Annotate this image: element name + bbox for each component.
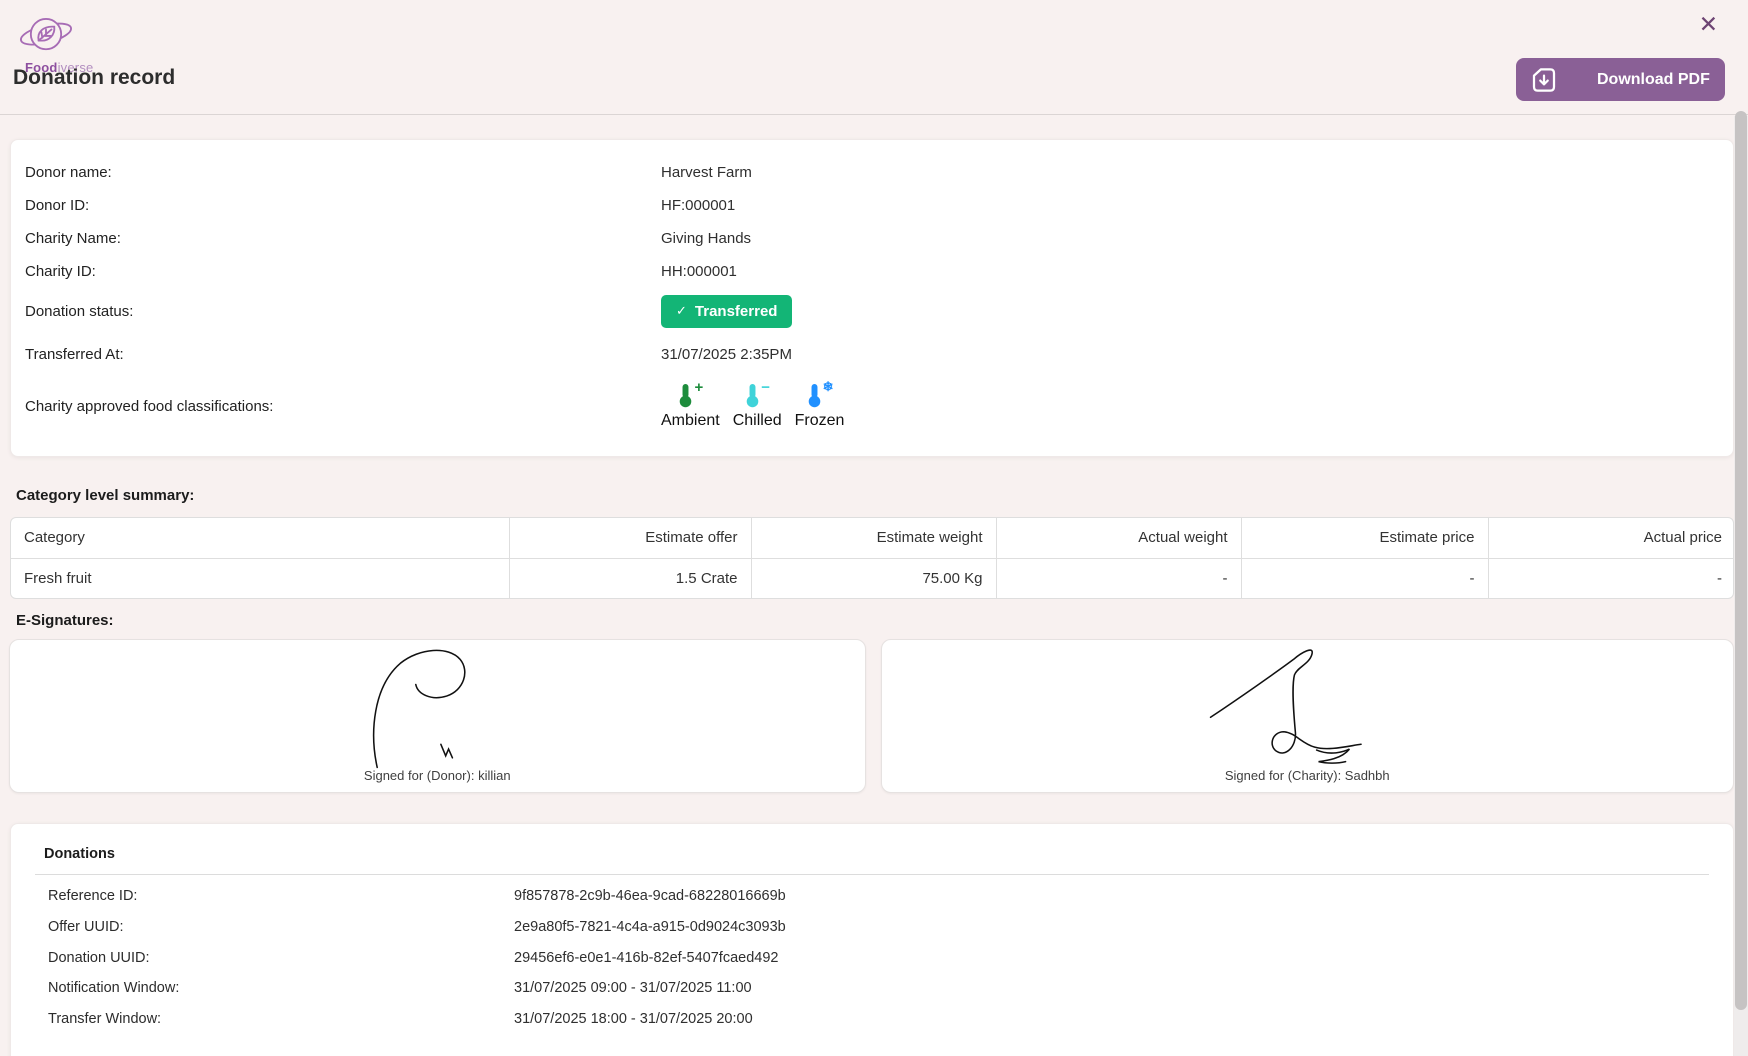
record-row-charity-name: Charity Name: Giving Hands (25, 222, 1719, 255)
minus-symbol: − (761, 380, 770, 395)
cell-actual-price: - (1488, 558, 1734, 598)
thermometer-minus-icon (744, 383, 761, 408)
classification-chilled: − Chilled (733, 383, 782, 430)
column-header-estimate-offer: Estimate offer (509, 518, 751, 558)
donation-row-donation-uuid: Donation UUID: 29456ef6-e0e1-416b-82ef-5… (35, 942, 1709, 973)
record-row-status: Donation status: ✓ Transferred (25, 288, 1719, 334)
signature-caption: Signed for (Donor): killian (10, 768, 865, 783)
classification-name: Frozen (795, 412, 845, 430)
field-value: 31/07/2025 2:35PM (661, 346, 1719, 363)
classification-list: + Ambient − Chilled (661, 383, 1719, 430)
field-label: Donor ID: (25, 197, 661, 214)
record-row-donor-id: Donor ID: HF:000001 (25, 189, 1719, 222)
field-label: Transferred At: (25, 346, 661, 363)
cell-estimate-offer: 1.5 Crate (509, 558, 751, 598)
column-header-estimate-price: Estimate price (1241, 518, 1488, 558)
column-header-category: Category (11, 518, 509, 558)
cell-category: Fresh fruit (11, 558, 509, 598)
download-pdf-label: Download PDF (1597, 71, 1710, 89)
field-value: 31/07/2025 09:00 - 31/07/2025 11:00 (514, 980, 1709, 996)
signatures-heading: E-Signatures: (16, 612, 1748, 629)
snowflake-symbol: ❄ (823, 380, 834, 393)
scrollbar-thumb[interactable] (1735, 111, 1747, 1010)
divider (35, 874, 1709, 875)
close-icon[interactable]: ✕ (1699, 13, 1718, 36)
field-label: Charity Name: (25, 230, 661, 247)
table-header-row: Category Estimate offer Estimate weight … (11, 518, 1734, 558)
field-value: 31/07/2025 18:00 - 31/07/2025 20:00 (514, 1011, 1709, 1027)
field-label: Donation status: (25, 303, 661, 320)
record-row-classifications: Charity approved food classifications: +… (25, 374, 1719, 438)
cell-estimate-weight: 75.00 Kg (751, 558, 996, 598)
field-value: Harvest Farm (661, 164, 1719, 181)
record-row-donor-name: Donor name: Harvest Farm (25, 156, 1719, 189)
classification-frozen: ❄ Frozen (795, 383, 845, 430)
page-title: Donation record (13, 66, 175, 90)
status-badge: ✓ Transferred (661, 295, 792, 328)
signature-caption: Signed for (Charity): Sadhbh (882, 768, 1734, 783)
plus-symbol: + (694, 380, 703, 395)
column-header-actual-price: Actual price (1488, 518, 1734, 558)
donor-signature-box: Signed for (Donor): killian (9, 639, 866, 793)
donations-card: Donations Reference ID: 9f857878-2c9b-46… (10, 823, 1734, 1056)
field-value: HF:000001 (661, 197, 1719, 214)
charity-signature-drawing (1197, 644, 1417, 779)
donor-signature-drawing (337, 644, 537, 779)
check-icon: ✓ (676, 303, 687, 319)
field-label: Offer UUID: (48, 919, 514, 935)
field-label: Donor name: (25, 164, 661, 181)
status-text: Transferred (695, 303, 778, 320)
column-header-actual-weight: Actual weight (996, 518, 1241, 558)
donation-row-offer-uuid: Offer UUID: 2e9a80f5-7821-4c4a-a915-0d90… (35, 912, 1709, 943)
classification-name: Ambient (661, 412, 720, 430)
field-value: HH:000001 (661, 263, 1719, 280)
record-row-transferred-at: Transferred At: 31/07/2025 2:35PM (25, 334, 1719, 374)
field-label: Notification Window: (48, 980, 514, 996)
field-label: Transfer Window: (48, 1011, 514, 1027)
classification-ambient: + Ambient (661, 383, 720, 430)
charity-signature-box: Signed for (Charity): Sadhbh (881, 639, 1735, 793)
field-value: 29456ef6-e0e1-416b-82ef-5407fcaed492 (514, 950, 1709, 966)
donation-row-transfer-window: Transfer Window: 31/07/2025 18:00 - 31/0… (35, 1004, 1709, 1035)
file-download-icon (1529, 65, 1559, 95)
cell-estimate-price: - (1241, 558, 1488, 598)
field-label: Reference ID: (48, 888, 514, 904)
donation-record-page: Foodiverse Donation record ✕ Download PD… (0, 0, 1748, 1056)
download-pdf-button[interactable]: Download PDF (1516, 58, 1725, 101)
thermometer-plus-icon (677, 383, 694, 408)
field-value: 2e9a80f5-7821-4c4a-a915-0d9024c3093b (514, 919, 1709, 935)
column-header-estimate-weight: Estimate weight (751, 518, 996, 558)
field-label: Charity approved food classifications: (25, 398, 661, 415)
planet-leaf-icon (18, 12, 74, 58)
table-row: Fresh fruit 1.5 Crate 75.00 Kg - - - (11, 558, 1734, 598)
classification-name: Chilled (733, 412, 782, 430)
donation-row-reference-id: Reference ID: 9f857878-2c9b-46ea-9cad-68… (35, 881, 1709, 912)
field-label: Charity ID: (25, 263, 661, 280)
donation-row-notification-window: Notification Window: 31/07/2025 09:00 - … (35, 973, 1709, 1004)
record-card: Donor name: Harvest Farm Donor ID: HF:00… (10, 139, 1734, 457)
category-summary-heading: Category level summary: (16, 487, 1748, 504)
thermometer-snowflake-icon (806, 383, 823, 408)
field-label: Donation UUID: (48, 950, 514, 966)
field-value: 9f857878-2c9b-46ea-9cad-68228016669b (514, 888, 1709, 904)
signatures-row: Signed for (Donor): killian Signed for (… (9, 639, 1734, 793)
category-summary-table: Category Estimate offer Estimate weight … (10, 517, 1734, 599)
cell-actual-weight: - (996, 558, 1241, 598)
header: Foodiverse Donation record ✕ Download PD… (0, 0, 1748, 115)
record-row-charity-id: Charity ID: HH:000001 (25, 255, 1719, 288)
field-value: Giving Hands (661, 230, 1719, 247)
donations-heading: Donations (44, 846, 1709, 862)
